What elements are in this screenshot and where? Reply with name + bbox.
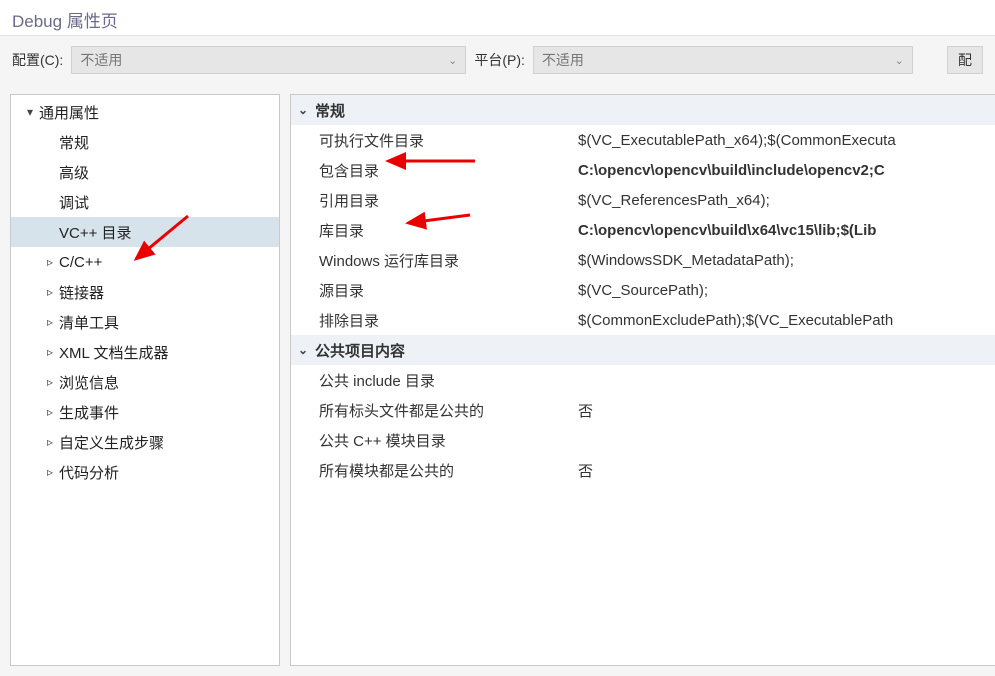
grid-row[interactable]: 包含目录C:\opencv\opencv\build\include\openc… <box>291 155 995 185</box>
grid-row-value[interactable]: C:\opencv\opencv\build\include\opencv2;C <box>576 162 995 179</box>
grid-row[interactable]: 所有模块都是公共的否 <box>291 455 995 485</box>
triangle-right-icon[interactable]: ▹ <box>41 345 59 359</box>
sidebar-tree[interactable]: ▾通用属性▹常规▹高级▹调试▹VC++ 目录▹C/C++▹链接器▹清单工具▹XM… <box>10 94 280 666</box>
sidebar-item-selected[interactable]: ▹VC++ 目录 <box>11 217 279 247</box>
sidebar-item-label: 代码分析 <box>59 462 119 483</box>
sidebar-item-label: XML 文档生成器 <box>59 342 168 363</box>
expander-placeholder: ▹ <box>41 195 59 209</box>
grid-row-key: 库目录 <box>291 220 576 241</box>
sidebar-item-label: 浏览信息 <box>59 372 119 393</box>
config-manager-button-label: 配 <box>958 50 972 70</box>
expander-placeholder: ▹ <box>41 165 59 179</box>
grid-row[interactable]: 排除目录$(CommonExcludePath);$(VC_Executable… <box>291 305 995 335</box>
grid-section-header[interactable]: ⌄ 常规 <box>291 95 995 125</box>
grid-row-key: 源目录 <box>291 280 576 301</box>
triangle-down-icon[interactable]: ▾ <box>21 105 39 119</box>
sidebar-item-label: 高级 <box>59 162 89 183</box>
grid-row-value[interactable]: $(WindowsSDK_MetadataPath); <box>576 252 995 269</box>
toolbar: 配置(C): 不适用 ⌄ 平台(P): 不适用 ⌄ 配 <box>0 36 995 84</box>
sidebar-item[interactable]: ▹常规 <box>11 127 279 157</box>
grid-row-value[interactable]: 否 <box>576 400 995 421</box>
grid-row-value[interactable]: 否 <box>576 460 995 481</box>
sidebar-item-label: 清单工具 <box>59 312 119 333</box>
grid-row-value[interactable]: $(CommonExcludePath);$(VC_ExecutablePath <box>576 312 995 329</box>
triangle-right-icon[interactable]: ▹ <box>41 255 59 269</box>
sidebar-item-label: 自定义生成步骤 <box>59 432 164 453</box>
grid-row-key: 公共 include 目录 <box>291 370 576 391</box>
sidebar-item[interactable]: ▹C/C++ <box>11 247 279 277</box>
triangle-right-icon[interactable]: ▹ <box>41 435 59 449</box>
grid-row-key: 所有模块都是公共的 <box>291 460 576 481</box>
sidebar-item[interactable]: ▹清单工具 <box>11 307 279 337</box>
grid-row-key: 所有标头文件都是公共的 <box>291 400 576 421</box>
sidebar-item[interactable]: ▹调试 <box>11 187 279 217</box>
sidebar-item[interactable]: ▹生成事件 <box>11 397 279 427</box>
sidebar-item-label: 通用属性 <box>39 102 99 123</box>
config-combo-value: 不适用 <box>80 50 122 70</box>
sidebar-item[interactable]: ▾通用属性 <box>11 97 279 127</box>
sidebar-item[interactable]: ▹代码分析 <box>11 457 279 487</box>
grid-row-value[interactable]: $(VC_ReferencesPath_x64); <box>576 192 995 209</box>
grid-section-header[interactable]: ⌄ 公共项目内容 <box>291 335 995 365</box>
grid-row-value[interactable]: $(VC_ExecutablePath_x64);$(CommonExecuta <box>576 132 995 149</box>
grid-row[interactable]: 公共 C++ 模块目录 <box>291 425 995 455</box>
sidebar-item[interactable]: ▹自定义生成步骤 <box>11 427 279 457</box>
sidebar-item-label: 常规 <box>59 132 89 153</box>
title-text: Debug 属性页 <box>12 12 118 31</box>
grid-row[interactable]: Windows 运行库目录$(WindowsSDK_MetadataPath); <box>291 245 995 275</box>
triangle-right-icon[interactable]: ▹ <box>41 375 59 389</box>
triangle-right-icon[interactable]: ▹ <box>41 315 59 329</box>
platform-label: 平台(P): <box>474 50 525 70</box>
triangle-right-icon[interactable]: ▹ <box>41 405 59 419</box>
grid-row[interactable]: 所有标头文件都是公共的否 <box>291 395 995 425</box>
grid-row-key: 引用目录 <box>291 190 576 211</box>
grid-row-key: 排除目录 <box>291 310 576 331</box>
sidebar-item-label: 生成事件 <box>59 402 119 423</box>
grid-row[interactable]: 可执行文件目录$(VC_ExecutablePath_x64);$(Common… <box>291 125 995 155</box>
grid-row[interactable]: 引用目录$(VC_ReferencesPath_x64); <box>291 185 995 215</box>
grid-row[interactable]: 源目录$(VC_SourcePath); <box>291 275 995 305</box>
section-title: 公共项目内容 <box>315 340 405 361</box>
sidebar-item[interactable]: ▹浏览信息 <box>11 367 279 397</box>
grid-row-key: 包含目录 <box>291 160 576 181</box>
expander-placeholder: ▹ <box>41 225 59 239</box>
grid-row[interactable]: 库目录C:\opencv\opencv\build\x64\vc15\lib;$… <box>291 215 995 245</box>
chevron-down-icon: ⌄ <box>895 54 904 67</box>
sidebar-item-label: 链接器 <box>59 282 104 303</box>
chevron-down-icon: ⌄ <box>291 103 315 117</box>
config-label: 配置(C): <box>12 50 63 70</box>
grid-row-value[interactable]: C:\opencv\opencv\build\x64\vc15\lib;$(Li… <box>576 222 995 239</box>
triangle-right-icon[interactable]: ▹ <box>41 285 59 299</box>
sidebar-item[interactable]: ▹链接器 <box>11 277 279 307</box>
sidebar-item[interactable]: ▹XML 文档生成器 <box>11 337 279 367</box>
property-grid: ⌄ 常规 可执行文件目录$(VC_ExecutablePath_x64);$(C… <box>290 94 995 666</box>
window-title: Debug 属性页 <box>0 0 995 36</box>
platform-combo[interactable]: 不适用 ⌄ <box>533 46 913 74</box>
sidebar-item[interactable]: ▹高级 <box>11 157 279 187</box>
config-manager-button[interactable]: 配 <box>947 46 983 74</box>
platform-combo-value: 不适用 <box>542 50 584 70</box>
grid-row-key: Windows 运行库目录 <box>291 250 576 271</box>
grid-row-value[interactable]: $(VC_SourcePath); <box>576 282 995 299</box>
grid-row[interactable]: 公共 include 目录 <box>291 365 995 395</box>
sidebar-item-label: VC++ 目录 <box>59 222 132 243</box>
chevron-down-icon: ⌄ <box>448 54 457 67</box>
sidebar-item-label: 调试 <box>59 192 89 213</box>
chevron-down-icon: ⌄ <box>291 343 315 357</box>
triangle-right-icon[interactable]: ▹ <box>41 465 59 479</box>
grid-row-key: 可执行文件目录 <box>291 130 576 151</box>
section-title: 常规 <box>315 100 345 121</box>
config-combo[interactable]: 不适用 ⌄ <box>71 46 466 74</box>
grid-row-key: 公共 C++ 模块目录 <box>291 430 576 451</box>
sidebar-item-label: C/C++ <box>59 254 102 271</box>
expander-placeholder: ▹ <box>41 135 59 149</box>
